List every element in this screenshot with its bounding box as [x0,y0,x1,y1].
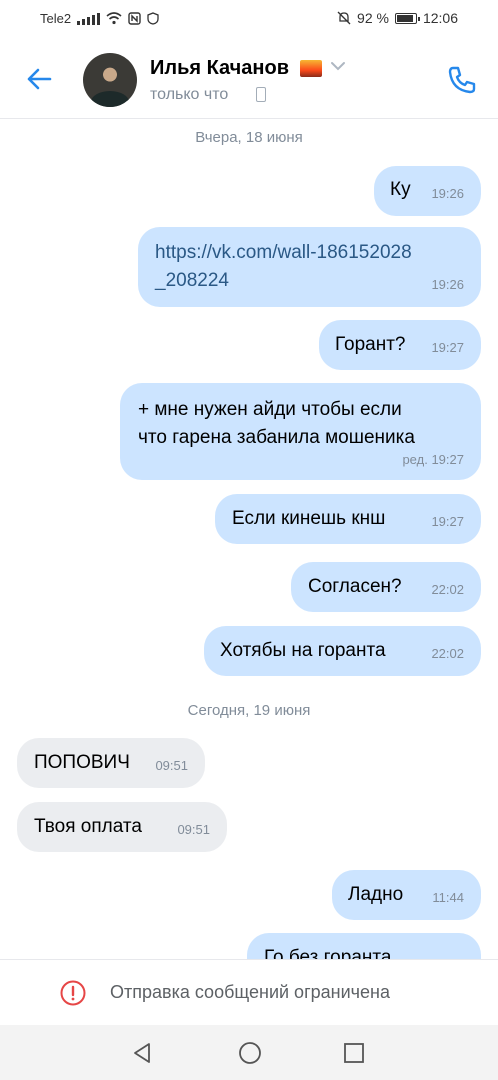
contact-status: только что [150,86,229,103]
shield-icon [147,12,159,25]
message-bubble-out[interactable]: Горант? 19:27 [319,320,481,370]
message-bubble-out[interactable]: Ку 19:26 [374,166,481,216]
bell-off-icon [337,11,351,25]
restriction-bar: Отправка сообщений ограничена [0,959,498,1026]
message-bubble-in[interactable]: Твоя оплата 09:51 [17,802,227,852]
message-bubble-out[interactable]: Согласен? 22:02 [291,562,481,612]
message-text: Го без горанта [264,947,392,959]
carrier-name: Tele2 [40,11,72,26]
message-time: 19:27 [431,340,464,355]
alert-circle-icon [60,980,86,1006]
message-bubble-out[interactable]: Го без горанта [247,933,481,959]
edited-label: ред. [402,452,428,467]
battery-icon [394,12,420,24]
avatar[interactable] [83,53,137,107]
message-text: Ладно [348,884,404,905]
status-bar: Tele2 92 % 12:06 [0,0,498,40]
message-time: 09:51 [155,758,188,773]
message-time: 11:44 [432,890,464,905]
nav-home-icon[interactable] [238,1041,262,1065]
date-separator: Вчера, 18 июня [195,129,303,146]
message-time: ред. 19:27 [402,452,464,467]
message-text: Хотябы на горанта [220,640,386,661]
message-text: Ку [390,179,411,200]
mobile-device-icon [256,87,266,102]
message-text: Горант? [335,334,406,355]
message-bubble-in[interactable]: ПОПОВИЧ 09:51 [17,738,205,788]
chat-header: Илья Качанов только что [0,40,498,119]
battery-percent: 92 % [357,10,389,26]
nav-recent-icon[interactable] [343,1042,365,1064]
message-text: Твоя оплата [34,816,142,837]
arrow-left-icon[interactable] [22,62,56,96]
message-time: 22:02 [431,582,464,597]
wifi-icon [106,12,122,25]
nav-back-icon[interactable] [130,1041,154,1065]
message-time: 22:02 [431,646,464,661]
chevron-down-icon[interactable] [330,60,346,72]
message-time: 19:26 [431,277,464,292]
message-text: ПОПОВИЧ [34,752,130,773]
message-bubble-out[interactable]: + мне нужен айди чтобы если что гарена за… [120,383,481,480]
signal-icon [77,12,101,25]
message-bubble-out[interactable]: Ладно 11:44 [332,870,481,920]
contact-name[interactable]: Илья Качанов [150,57,289,80]
phone-icon[interactable] [445,63,479,97]
restriction-text: Отправка сообщений ограничена [110,982,390,1002]
sunset-emoji-icon [300,60,322,77]
message-text: Согласен? [308,576,402,597]
status-left: Tele2 [40,11,159,26]
message-bubble-out[interactable]: Если кинешь кнш 19:27 [215,494,481,544]
date-separator: Сегодня, 19 июня [187,702,311,719]
message-text: Если кинешь кнш [232,508,386,529]
status-right: 92 % 12:06 [337,10,458,26]
system-navbar [0,1025,498,1080]
message-list[interactable]: Вчера, 18 июня Ку 19:26 https://vk.com/w… [0,119,498,959]
message-time: 09:51 [177,822,210,837]
clock: 12:06 [422,10,458,26]
message-bubble-out[interactable]: https://vk.com/wall-186152028 _208224 19:… [138,227,481,307]
message-bubble-out[interactable]: Хотябы на горанта 22:02 [204,626,481,676]
nfc-icon [128,12,141,25]
message-text: + мне нужен айди чтобы если что гарена за… [138,399,415,448]
message-time: 19:26 [431,186,464,201]
message-time: 19:27 [431,514,464,529]
